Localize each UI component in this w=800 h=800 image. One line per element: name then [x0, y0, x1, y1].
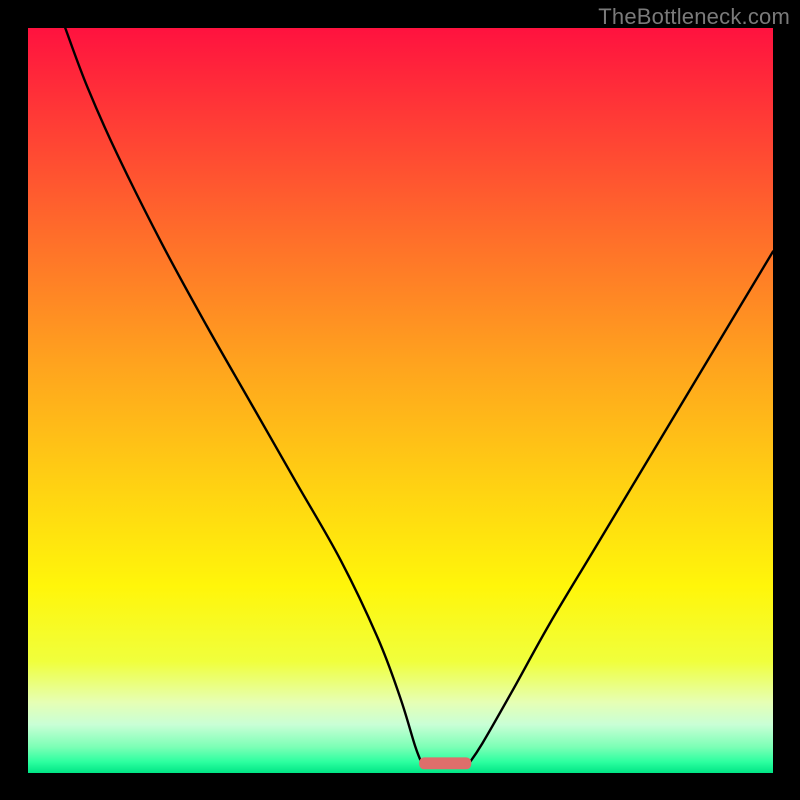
chart-frame: TheBottleneck.com	[0, 0, 800, 800]
chart-svg	[28, 28, 773, 773]
chart-gradient-bg	[28, 28, 773, 773]
plot-area	[28, 28, 773, 773]
watermark-label: TheBottleneck.com	[598, 4, 790, 30]
trough-marker	[419, 757, 471, 769]
